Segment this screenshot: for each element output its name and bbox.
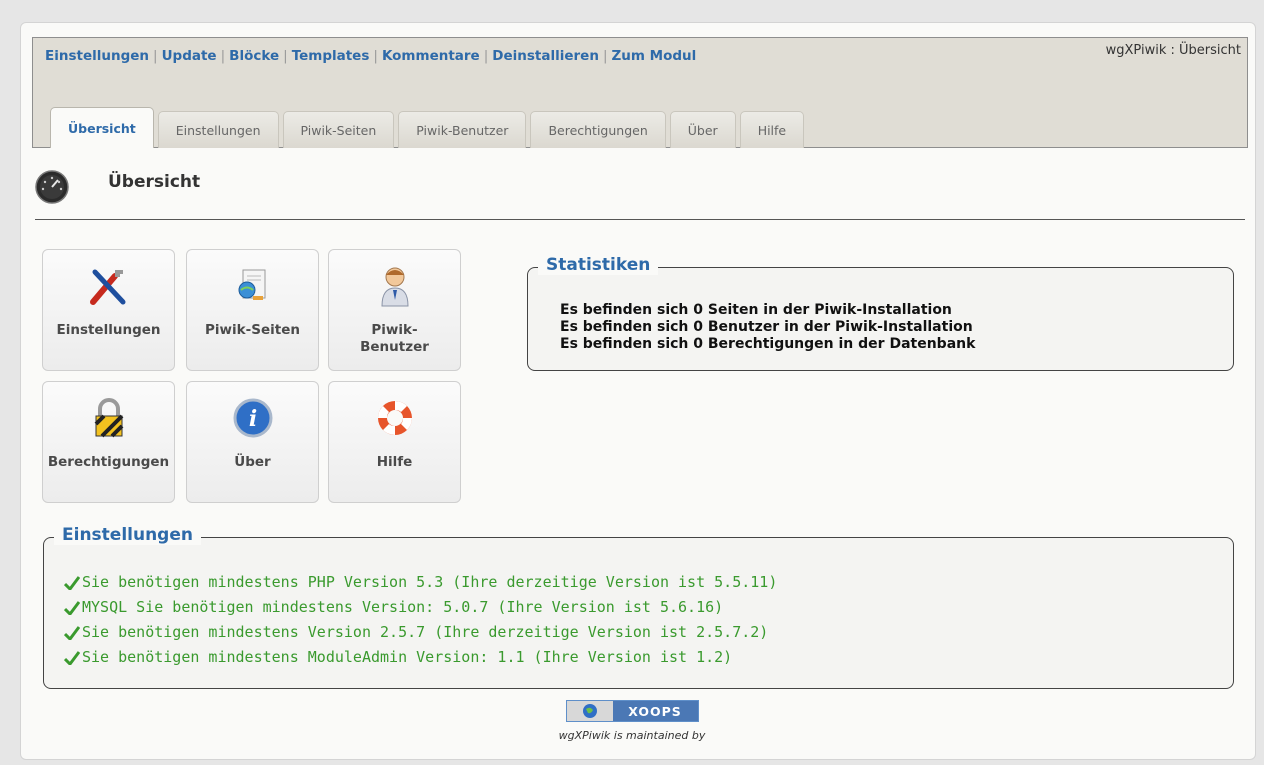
- requirement-line: Sie benötigen mindestens Version 2.5.7 (…: [64, 620, 777, 645]
- hilfe-button[interactable]: Hilfe: [328, 381, 461, 503]
- nav-link-kommentare[interactable]: Kommentare: [382, 48, 480, 64]
- icon-label: Piwik-Seiten: [205, 322, 300, 338]
- nav-separator: |: [373, 48, 378, 64]
- dashboard-gauge-icon: [35, 170, 69, 204]
- check-icon: [64, 575, 80, 590]
- nav-link-bloecke[interactable]: Blöcke: [229, 48, 279, 64]
- piwik-seiten-button[interactable]: Piwik-Seiten: [186, 249, 319, 371]
- maintained-by-text: wgXPiwik is maintained by: [558, 729, 706, 742]
- nav-separator: |: [483, 48, 489, 64]
- nav-link-deinstallieren[interactable]: Deinstallieren: [492, 48, 599, 64]
- requirement-line: Sie benötigen mindestens ModuleAdmin Ver…: [64, 645, 777, 670]
- requirement-text: Sie benötigen mindestens Version 2.5.7 (…: [82, 623, 769, 641]
- footer: XOOPS wgXPiwik is maintained by: [0, 700, 1264, 742]
- pages-globe-icon: [238, 269, 265, 300]
- statistic-line: Es befinden sich 0 Berechtigungen in der…: [560, 336, 976, 352]
- check-icon: [64, 625, 80, 640]
- nav-separator: |: [283, 48, 288, 64]
- nav-separator: |: [153, 48, 158, 64]
- tab-uebersicht[interactable]: Übersicht: [50, 107, 154, 148]
- requirement-line: Sie benötigen mindestens PHP Version 5.3…: [64, 570, 777, 595]
- user-icon: [380, 267, 409, 307]
- requirement-text: Sie benötigen mindestens PHP Version 5.3…: [82, 573, 778, 591]
- nav-link-update[interactable]: Update: [162, 48, 217, 64]
- info-icon: i: [233, 398, 272, 438]
- icon-label: Einstellungen: [56, 322, 161, 338]
- requirements-box: Einstellungen Sie benötigen mindestens P…: [43, 525, 1234, 689]
- statistic-line: Es befinden sich 0 Benutzer in der Piwik…: [560, 319, 973, 335]
- check-icon: [64, 600, 80, 615]
- tab-einstellungen[interactable]: Einstellungen: [157, 111, 279, 148]
- requirements-legend: Einstellungen: [54, 525, 201, 545]
- tools-icon: [89, 269, 125, 305]
- lifebuoy-icon: [377, 401, 412, 435]
- xoops-badge-text: XOOPS: [628, 703, 682, 719]
- requirements-lines: Sie benötigen mindestens PHP Version 5.3…: [64, 570, 777, 670]
- icon-label: Piwik- Benutzer: [329, 322, 460, 356]
- tab-ueber[interactable]: Über: [669, 111, 736, 148]
- svg-text:i: i: [248, 406, 256, 432]
- page-title: Übersicht: [108, 172, 201, 192]
- icon-label-line: Benutzer: [360, 339, 429, 355]
- statistic-line: Es befinden sich 0 Seiten in der Piwik-I…: [560, 302, 952, 318]
- nav-separator: |: [602, 48, 608, 64]
- statistics-legend: Statistiken: [538, 255, 659, 275]
- xoops-badge-link[interactable]: XOOPS: [565, 700, 699, 722]
- icon-label: Hilfe: [376, 454, 413, 470]
- requirement-line: MYSQL Sie benötigen mindestens Version: …: [64, 595, 777, 620]
- tab-bar: Übersicht Einstellungen Piwik-Seiten Piw…: [50, 107, 808, 148]
- module-header: Einstellungen | Update | Blöcke | Templates | Ko…: [32, 37, 1248, 148]
- globe-icon: [566, 701, 613, 721]
- check-icon: [64, 650, 80, 665]
- page-header: Übersicht: [35, 160, 1245, 220]
- admin-nav-links: Einstellungen | Update | Blöcke | Templates | Ko…: [45, 48, 696, 64]
- lock-icon: [94, 398, 123, 438]
- statistics-box: Statistiken Es befinden sich 0 Seiten in…: [527, 255, 1234, 371]
- requirement-text: Sie benötigen mindestens ModuleAdmin Ver…: [82, 648, 733, 666]
- berechtigungen-button[interactable]: Berechtigungen: [42, 381, 175, 503]
- tab-piwik-seiten[interactable]: Piwik-Seiten: [282, 111, 395, 148]
- icon-label-line: Piwik-: [371, 322, 418, 338]
- module-title: wgXPiwik : Übersicht: [1105, 43, 1241, 58]
- requirement-text: MYSQL Sie benötigen mindestens Version: …: [82, 598, 724, 616]
- icon-label: Berechtigungen: [47, 454, 170, 470]
- einstellungen-button[interactable]: Einstellungen: [42, 249, 175, 371]
- nav-link-einstellungen[interactable]: Einstellungen: [45, 48, 149, 64]
- icon-label: Über: [234, 454, 271, 470]
- piwik-benutzer-button[interactable]: Piwik- Benutzer: [328, 249, 461, 371]
- statistics-lines: Es befinden sich 0 Seiten in der Piwik-I…: [560, 302, 975, 353]
- nav-link-zum-modul[interactable]: Zum Modul: [612, 48, 697, 64]
- tab-berechtigungen[interactable]: Berechtigungen: [530, 111, 666, 148]
- ueber-button[interactable]: i Über: [186, 381, 319, 503]
- nav-link-templates[interactable]: Templates: [292, 48, 370, 64]
- tab-piwik-benutzer[interactable]: Piwik-Benutzer: [398, 111, 527, 148]
- tab-hilfe[interactable]: Hilfe: [739, 111, 805, 148]
- nav-separator: |: [220, 48, 226, 64]
